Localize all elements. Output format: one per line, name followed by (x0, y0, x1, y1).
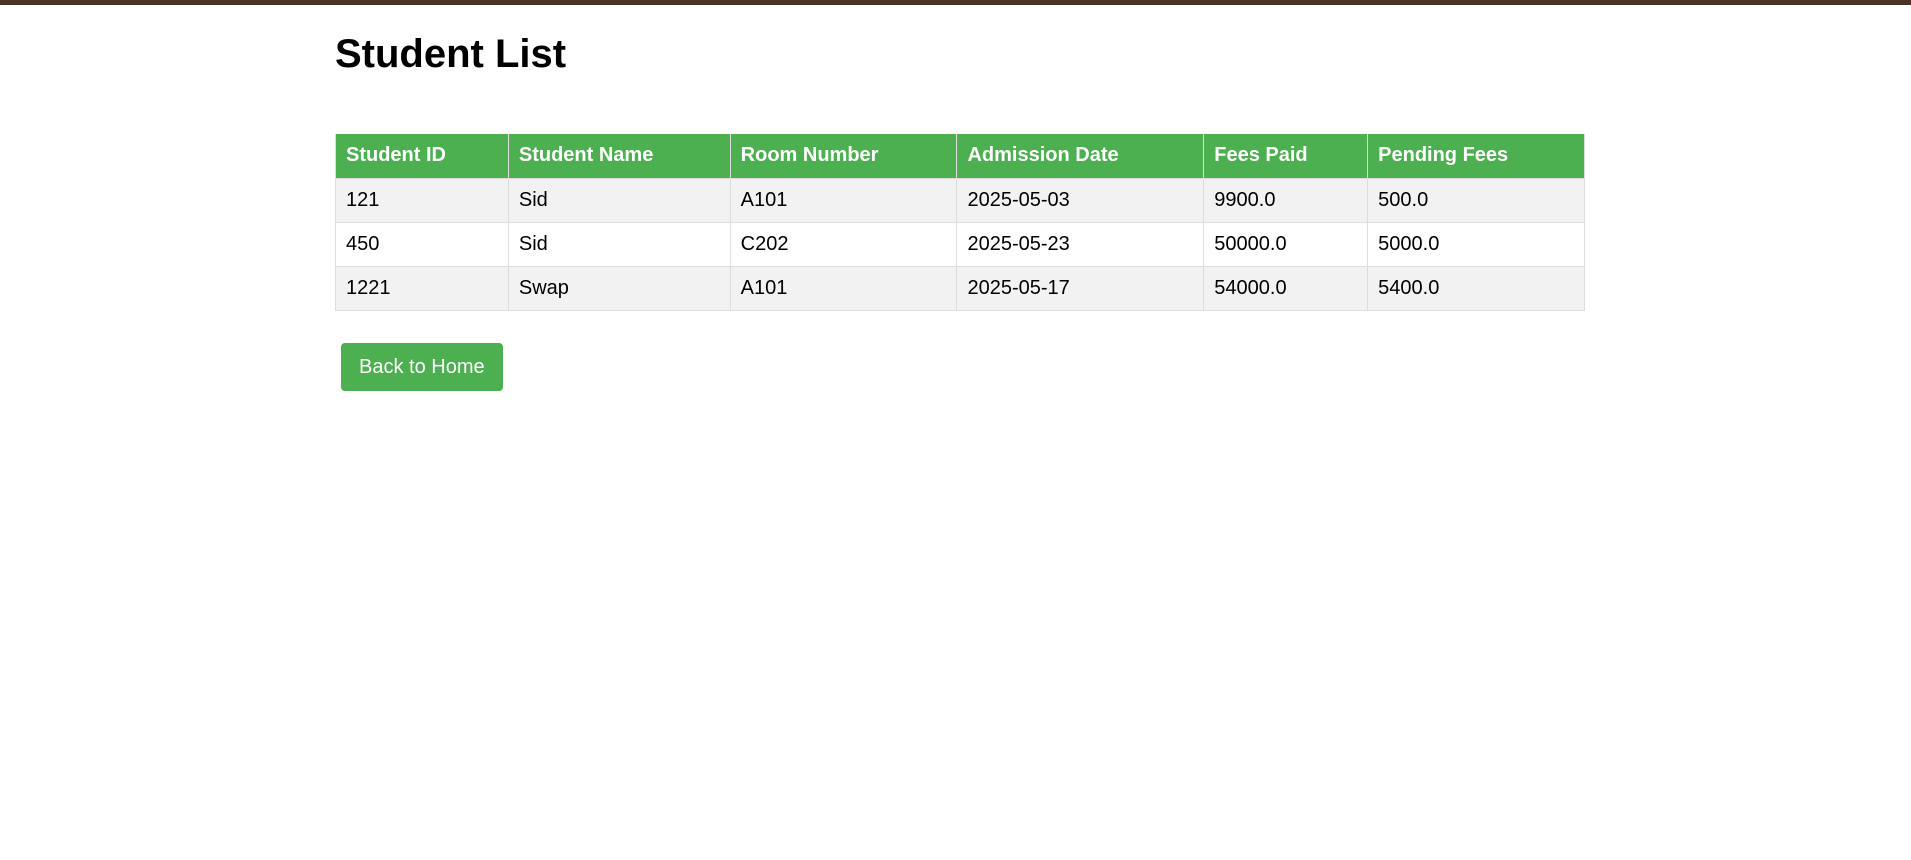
column-header-pending-fees: Pending Fees (1367, 134, 1585, 179)
student-table: Student ID Student Name Room Number Admi… (335, 134, 1585, 311)
column-header-student-name: Student Name (507, 134, 731, 179)
cell-admission-date: 2025-05-03 (956, 177, 1205, 223)
column-header-fees-paid: Fees Paid (1203, 134, 1369, 179)
cell-admission-date: 2025-05-17 (956, 265, 1205, 311)
cell-student-id: 121 (335, 177, 509, 223)
cell-student-id: 450 (335, 221, 509, 267)
back-to-home-button[interactable]: Back to Home (341, 342, 503, 391)
cell-pending-fees: 5400.0 (1367, 265, 1585, 311)
cell-pending-fees: 5000.0 (1367, 221, 1585, 267)
cell-room-number: C202 (729, 221, 958, 267)
cell-fees-paid: 9900.0 (1203, 177, 1369, 223)
column-header-room-number: Room Number (729, 134, 958, 179)
table-row: 450 Sid C202 2025-05-23 50000.0 5000.0 (335, 221, 1585, 267)
cell-fees-paid: 54000.0 (1203, 265, 1369, 311)
cell-room-number: A101 (729, 177, 958, 223)
cell-student-name: Sid (507, 177, 731, 223)
column-header-admission-date: Admission Date (956, 134, 1205, 179)
cell-student-name: Swap (507, 265, 731, 311)
cell-admission-date: 2025-05-23 (956, 221, 1205, 267)
cell-student-name: Sid (507, 221, 731, 267)
table-row: 1221 Swap A101 2025-05-17 54000.0 5400.0 (335, 265, 1585, 311)
cell-pending-fees: 500.0 (1367, 177, 1585, 223)
cell-student-id: 1221 (335, 265, 509, 311)
cell-room-number: A101 (729, 265, 958, 311)
top-border (0, 0, 1911, 5)
table-header-row: Student ID Student Name Room Number Admi… (335, 134, 1585, 179)
page-title: Student List (335, 32, 567, 76)
table-row: 121 Sid A101 2025-05-03 9900.0 500.0 (335, 177, 1585, 223)
column-header-student-id: Student ID (335, 134, 509, 179)
cell-fees-paid: 50000.0 (1203, 221, 1369, 267)
main-content: Student List Student ID Student Name Roo… (335, 30, 1585, 391)
